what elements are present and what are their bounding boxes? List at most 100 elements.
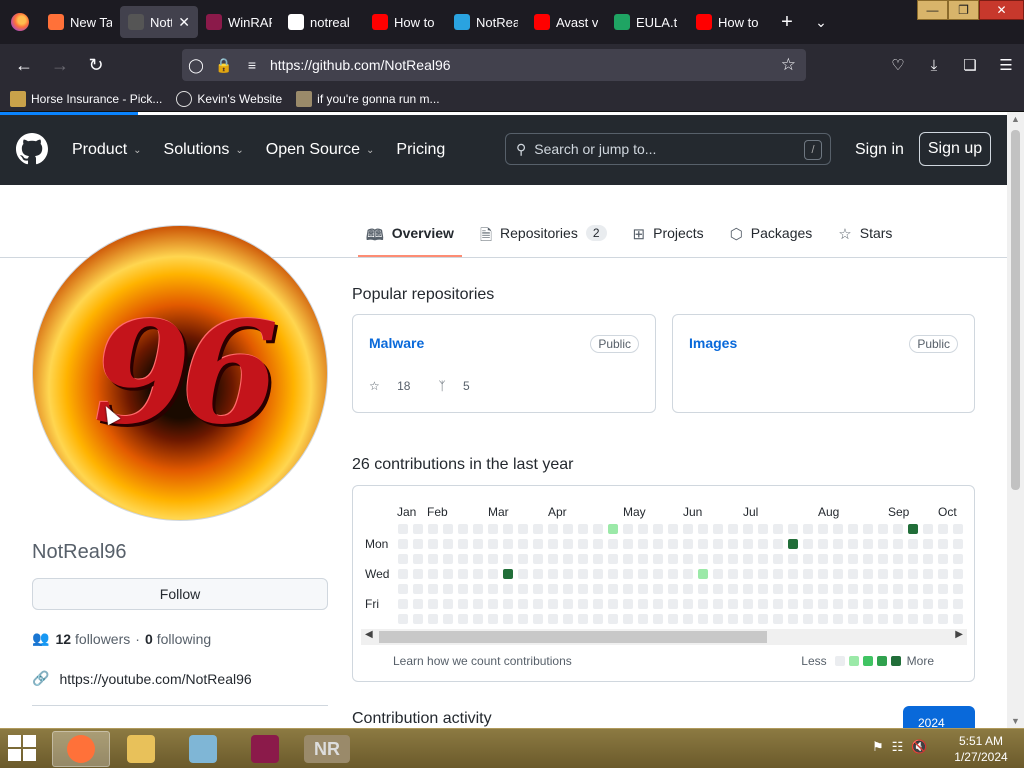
contribution-day-cell[interactable] [623, 539, 633, 549]
contribution-day-cell[interactable] [488, 539, 498, 549]
contribution-day-cell[interactable] [743, 614, 753, 624]
contribution-day-cell[interactable] [953, 524, 963, 534]
contribution-day-cell[interactable] [668, 569, 678, 579]
contribution-day-cell[interactable] [398, 524, 408, 534]
sign-in-link[interactable]: Sign in [855, 141, 904, 159]
repo-name-link[interactable]: Malware [369, 335, 424, 351]
contribution-day-cell[interactable] [773, 584, 783, 594]
contribution-day-cell[interactable] [578, 554, 588, 564]
contribution-day-cell[interactable] [593, 524, 603, 534]
contribution-day-cell[interactable] [773, 599, 783, 609]
contribution-day-cell[interactable] [773, 554, 783, 564]
scroll-up-icon[interactable]: ▲ [1007, 114, 1024, 124]
contribution-day-cell[interactable] [743, 584, 753, 594]
maximize-button[interactable]: ❐ [948, 0, 979, 20]
contribution-day-cell[interactable] [803, 524, 813, 534]
contribution-day-cell[interactable] [638, 539, 648, 549]
scrollbar-thumb[interactable] [1011, 130, 1020, 490]
start-button[interactable] [8, 735, 38, 763]
contribution-day-cell[interactable] [893, 584, 903, 594]
contribution-day-cell[interactable] [548, 539, 558, 549]
contribution-day-cell[interactable] [728, 539, 738, 549]
contribution-day-cell[interactable] [518, 569, 528, 579]
contribution-day-cell[interactable] [518, 539, 528, 549]
contribution-day-cell[interactable] [953, 614, 963, 624]
contribution-day-cell[interactable] [803, 554, 813, 564]
url-text[interactable]: https://github.com/NotReal96 [270, 57, 451, 73]
contribution-day-cell[interactable] [473, 599, 483, 609]
contribution-day-cell[interactable] [773, 524, 783, 534]
minimize-button[interactable]: — [917, 0, 948, 20]
taskbar-app-nr[interactable]: NR [298, 731, 356, 767]
contribution-day-cell[interactable] [653, 569, 663, 579]
contribution-day-cell[interactable] [713, 584, 723, 594]
contribution-day-cell[interactable] [818, 614, 828, 624]
followers-link[interactable]: 12 followers [55, 631, 130, 647]
contribution-day-cell[interactable] [473, 584, 483, 594]
contribution-day-cell[interactable] [773, 614, 783, 624]
contribution-day-cell[interactable] [668, 599, 678, 609]
contribution-day-cell[interactable] [953, 569, 963, 579]
contribution-day-cell[interactable] [623, 584, 633, 594]
scroll-down-icon[interactable]: ▼ [1007, 716, 1024, 726]
contribution-day-cell[interactable] [488, 569, 498, 579]
contribution-day-cell[interactable] [443, 584, 453, 594]
contribution-day-cell[interactable] [428, 569, 438, 579]
contribution-day-cell[interactable] [833, 569, 843, 579]
contribution-day-cell[interactable] [743, 554, 753, 564]
close-window-button[interactable]: ✕ [979, 0, 1024, 20]
contribution-day-cell[interactable] [608, 539, 618, 549]
contribution-day-cell[interactable] [863, 584, 873, 594]
contribution-day-cell[interactable] [653, 524, 663, 534]
contribution-day-cell[interactable] [923, 584, 933, 594]
menu-icon[interactable]: ☰ [988, 49, 1024, 81]
contribution-day-cell[interactable] [848, 554, 858, 564]
contribution-day-cell[interactable] [878, 539, 888, 549]
nav-pricing[interactable]: Pricing [396, 141, 445, 159]
bookmark-star-icon[interactable]: ☆ [781, 55, 796, 75]
contribution-day-cell[interactable] [743, 599, 753, 609]
contribution-day-cell[interactable] [833, 524, 843, 534]
nav-product[interactable]: Product ⌄ [72, 141, 142, 159]
contribution-day-cell[interactable] [848, 614, 858, 624]
contribution-day-cell[interactable] [833, 584, 843, 594]
system-clock[interactable]: 5:51 AM 1/27/2024 [952, 733, 1010, 765]
contribution-day-cell[interactable] [563, 599, 573, 609]
contribution-day-cell[interactable] [428, 524, 438, 534]
contribution-day-cell[interactable] [863, 569, 873, 579]
contribution-day-cell[interactable] [878, 569, 888, 579]
contribution-day-cell[interactable] [773, 569, 783, 579]
volume-muted-icon[interactable]: 🔇 [911, 739, 927, 755]
contribution-day-cell[interactable] [638, 569, 648, 579]
contribution-day-cell[interactable] [503, 584, 513, 594]
contribution-day-cell[interactable] [518, 584, 528, 594]
contribution-day-cell[interactable] [548, 554, 558, 564]
contribution-day-cell[interactable] [593, 569, 603, 579]
stargazers-link[interactable]: ☆ 18 [369, 379, 424, 393]
contribution-day-cell[interactable] [908, 554, 918, 564]
contribution-day-cell[interactable] [578, 569, 588, 579]
contribution-day-cell[interactable] [758, 584, 768, 594]
contribution-day-cell[interactable] [548, 614, 558, 624]
browser-tab[interactable]: notreal [280, 6, 364, 38]
contribution-day-cell[interactable] [653, 614, 663, 624]
taskbar-app-winrar[interactable] [236, 731, 294, 767]
contribution-day-cell[interactable] [413, 599, 423, 609]
firefox-menu-button[interactable] [0, 0, 40, 44]
contribution-day-cell[interactable] [848, 599, 858, 609]
network-icon[interactable]: ☷ [892, 739, 904, 755]
contribution-day-cell[interactable] [428, 614, 438, 624]
contribution-day-cell[interactable] [608, 584, 618, 594]
contribution-day-cell[interactable] [593, 539, 603, 549]
contribution-day-cell[interactable] [758, 569, 768, 579]
contribution-day-cell[interactable] [758, 539, 768, 549]
contribution-day-cell[interactable] [533, 599, 543, 609]
contribution-day-cell[interactable] [908, 539, 918, 549]
nav-open-source[interactable]: Open Source ⌄ [266, 141, 375, 159]
contribution-day-cell[interactable] [683, 569, 693, 579]
contribution-day-cell[interactable] [818, 554, 828, 564]
contribution-day-cell[interactable] [503, 614, 513, 624]
contribution-day-cell[interactable] [608, 599, 618, 609]
contribution-day-cell[interactable] [833, 539, 843, 549]
contribution-day-cell[interactable] [878, 614, 888, 624]
